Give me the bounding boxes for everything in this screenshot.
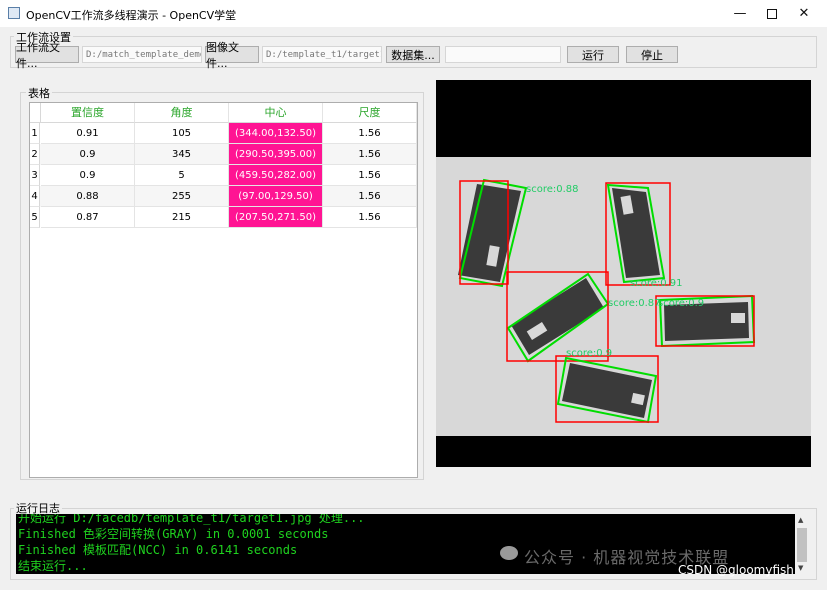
row-index: 5 xyxy=(30,207,40,228)
row-index: 2 xyxy=(30,144,40,165)
table-row[interactable]: 1 0.91 105 (344.00,132.50) 1.56 xyxy=(30,123,417,144)
score-label: score:0.88 xyxy=(526,184,579,195)
close-icon: ✕ xyxy=(798,6,810,21)
score-label: score:0.91 xyxy=(630,278,683,289)
header-angle[interactable]: 角度 xyxy=(135,103,229,123)
cell-angle[interactable]: 255 xyxy=(135,186,229,207)
header-scale[interactable]: 尺度 xyxy=(323,103,417,123)
title-bar: OpenCV工作流多线程演示 - OpenCV学堂 — ✕ xyxy=(0,0,827,27)
table-row[interactable]: 3 0.9 5 (459.50,282.00) 1.56 xyxy=(30,165,417,186)
cell-center[interactable]: (344.00,132.50) xyxy=(229,123,323,144)
scroll-up-icon[interactable]: ▲ xyxy=(798,516,803,524)
workflow-file-button[interactable]: 工作流文件... xyxy=(15,41,79,70)
cell-scale[interactable]: 1.56 xyxy=(323,186,417,207)
cell-center[interactable]: (97.00,129.50) xyxy=(229,186,323,207)
table-group-title: 表格 xyxy=(26,85,52,101)
results-table[interactable]: 置信度 角度 中心 尺度 1 0.91 105 (344.00,132.50) … xyxy=(29,102,418,478)
table-row[interactable]: 2 0.9 345 (290.50,395.00) 1.56 xyxy=(30,144,417,165)
cell-confidence[interactable]: 0.9 xyxy=(41,165,135,186)
cell-confidence[interactable]: 0.9 xyxy=(41,144,135,165)
score-label: score:0.9 xyxy=(658,298,704,309)
row-index: 3 xyxy=(30,165,40,186)
cell-scale[interactable]: 1.56 xyxy=(323,207,417,228)
cell-confidence[interactable]: 0.88 xyxy=(41,186,135,207)
header-confidence[interactable]: 置信度 xyxy=(41,103,135,123)
wechat-icon xyxy=(500,546,518,560)
close-button[interactable]: ✕ xyxy=(781,0,827,27)
log-line: 开始运行 D:/facedb/template_t1/target1.jpg 处… xyxy=(18,514,365,525)
window-title: OpenCV工作流多线程演示 - OpenCV学堂 xyxy=(26,9,237,22)
dataset-button[interactable]: 数据集... xyxy=(386,46,440,63)
image-file-button[interactable]: 图像文件... xyxy=(205,41,259,70)
cell-scale[interactable]: 1.56 xyxy=(323,165,417,186)
cell-angle[interactable]: 215 xyxy=(135,207,229,228)
table-corner xyxy=(30,103,41,123)
image-view[interactable]: score:0.88 score:0.91 score:0.87 score:0… xyxy=(436,80,811,467)
image-path-field[interactable]: D:/template_t1/target1.jpg xyxy=(262,46,382,63)
cell-angle[interactable]: 5 xyxy=(135,165,229,186)
cell-center[interactable]: (459.50,282.00) xyxy=(229,165,323,186)
maximize-icon xyxy=(767,8,777,19)
row-index: 4 xyxy=(30,186,40,207)
dataset-path-field[interactable] xyxy=(445,46,561,63)
row-index: 1 xyxy=(30,123,40,144)
app-icon xyxy=(8,7,20,19)
stop-button[interactable]: 停止 xyxy=(626,46,678,63)
score-label: score:0.9 xyxy=(566,348,612,359)
scroll-down-icon[interactable]: ▼ xyxy=(798,564,803,572)
watermark-csdn: CSDN @gloomyfish xyxy=(678,563,794,577)
cell-angle[interactable]: 345 xyxy=(135,144,229,165)
table-row[interactable]: 5 0.87 215 (207.50,271.50) 1.56 xyxy=(30,207,417,228)
cell-confidence[interactable]: 0.87 xyxy=(41,207,135,228)
scroll-thumb[interactable] xyxy=(797,528,807,562)
cell-scale[interactable]: 1.56 xyxy=(323,144,417,165)
run-button[interactable]: 运行 xyxy=(567,46,619,63)
minimize-icon: — xyxy=(733,6,747,21)
cell-confidence[interactable]: 0.91 xyxy=(41,123,135,144)
log-line: Finished 色彩空间转换(GRAY) in 0.0001 seconds xyxy=(18,527,329,541)
result-image: score:0.88 score:0.91 score:0.87 score:0… xyxy=(436,157,811,436)
cell-angle[interactable]: 105 xyxy=(135,123,229,144)
cell-center[interactable]: (207.50,271.50) xyxy=(229,207,323,228)
workflow-path-field[interactable]: D:/match_template_demo.vm xyxy=(82,46,202,63)
header-center[interactable]: 中心 xyxy=(229,103,323,123)
table-row[interactable]: 4 0.88 255 (97.00,129.50) 1.56 xyxy=(30,186,417,207)
cell-scale[interactable]: 1.56 xyxy=(323,123,417,144)
log-scrollbar[interactable]: ▲ ▼ xyxy=(795,514,809,574)
score-label: score:0.87 xyxy=(608,298,661,309)
cell-center[interactable]: (290.50,395.00) xyxy=(229,144,323,165)
